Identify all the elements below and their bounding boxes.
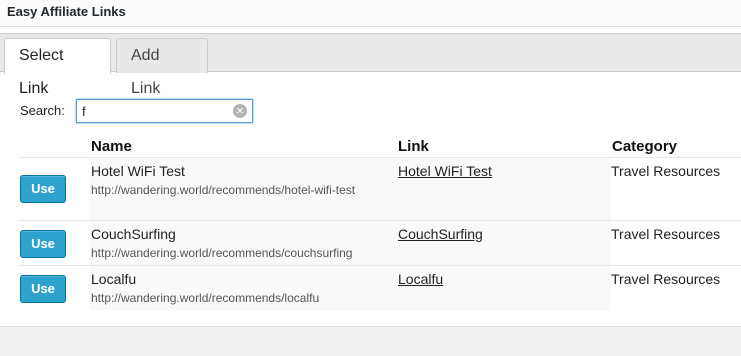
link-name: CouchSurfing xyxy=(91,226,176,242)
tab-bar: Select Link Add Link xyxy=(0,33,741,97)
footer-bar xyxy=(0,326,741,356)
table-row: Use Localfu http://wandering.world/recom… xyxy=(19,265,741,310)
link-anchor[interactable]: Hotel WiFi Test xyxy=(398,163,492,179)
column-header-name: Name xyxy=(91,138,132,155)
tab-select-link[interactable]: Select Link xyxy=(4,38,111,97)
table-row: Use Hotel WiFi Test http://wandering.wor… xyxy=(19,157,741,220)
link-url: http://wandering.world/recommends/hotel-… xyxy=(91,183,356,197)
search-input[interactable] xyxy=(76,99,253,123)
link-anchor[interactable]: CouchSurfing xyxy=(398,226,483,242)
link-url: http://wandering.world/recommends/couchs… xyxy=(91,246,353,260)
use-button[interactable]: Use xyxy=(20,230,66,258)
clear-icon[interactable]: × xyxy=(233,104,247,118)
title-bar: Easy Affiliate Links xyxy=(0,0,741,27)
search-label: Search: xyxy=(20,103,65,118)
link-name: Hotel WiFi Test xyxy=(91,163,185,179)
link-category: Travel Resources xyxy=(611,226,721,242)
link-anchor[interactable]: Localfu xyxy=(398,271,443,287)
link-name: Localfu xyxy=(91,271,137,287)
table-row: Use CouchSurfing http://wandering.world/… xyxy=(19,220,741,265)
link-url: http://wandering.world/recommends/localf… xyxy=(91,291,320,305)
window-title: Easy Affiliate Links xyxy=(7,4,126,19)
tab-add-link[interactable]: Add Link xyxy=(116,38,208,97)
use-button[interactable]: Use xyxy=(20,175,66,203)
column-header-category: Category xyxy=(612,138,678,155)
use-button[interactable]: Use xyxy=(20,275,66,303)
column-header-link: Link xyxy=(398,138,429,155)
link-category: Travel Resources xyxy=(611,271,721,287)
link-category: Travel Resources xyxy=(611,163,721,179)
